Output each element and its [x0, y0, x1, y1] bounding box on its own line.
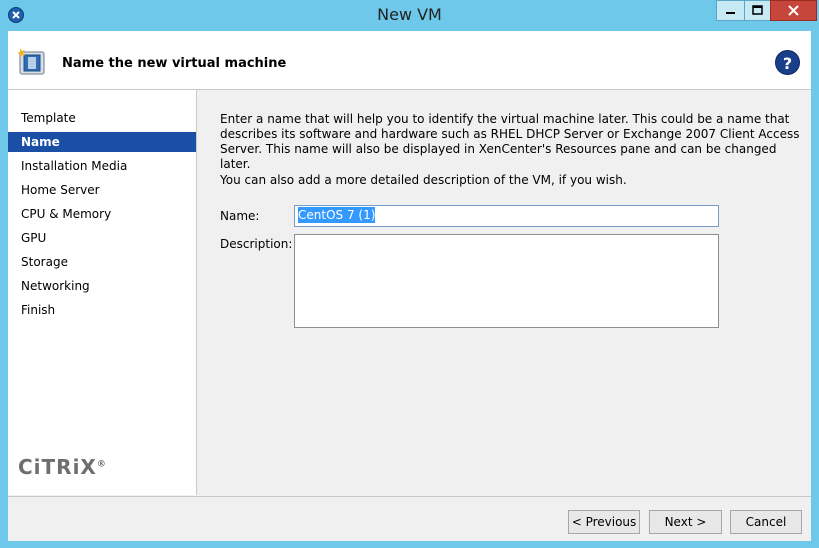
step-home-server[interactable]: Home Server [8, 180, 196, 200]
new-vm-icon [17, 48, 45, 75]
help-icon[interactable]: ? [775, 50, 800, 75]
next-button[interactable]: Next > [649, 510, 722, 534]
step-name[interactable]: Name [8, 132, 196, 152]
citrix-logo: CiTRiX® [18, 455, 107, 479]
cancel-button[interactable]: Cancel [730, 510, 802, 534]
step-networking[interactable]: Networking [8, 276, 196, 296]
description-hint-text: You can also add a more detailed descrip… [220, 173, 627, 187]
name-label: Name: [220, 209, 260, 223]
wizard-header: Name the new virtual machine ? [8, 31, 811, 90]
page-title: Name the new virtual machine [62, 56, 287, 71]
wizard-steps-sidebar: Template Name Installation Media Home Se… [8, 90, 197, 495]
title-bar[interactable]: New VM [0, 0, 819, 30]
minimize-button[interactable] [716, 0, 745, 21]
maximize-button[interactable] [744, 0, 771, 21]
wizard-footer: < Previous Next > Cancel [8, 496, 811, 541]
description-label: Description: [220, 237, 293, 251]
intro-text: Enter a name that will help you to ident… [220, 112, 800, 171]
window-title: New VM [377, 5, 442, 24]
step-gpu[interactable]: GPU [8, 228, 196, 248]
close-button[interactable] [770, 0, 817, 21]
name-field[interactable]: CentOS 7 (1) [294, 205, 719, 227]
wizard-content: Enter a name that will help you to ident… [197, 90, 811, 495]
step-storage[interactable]: Storage [8, 252, 196, 272]
wizard-client-area: Name the new virtual machine ? Template … [8, 31, 811, 541]
step-finish[interactable]: Finish [8, 300, 196, 320]
description-field[interactable] [294, 234, 719, 328]
new-vm-window: New VM Name the new virtual machine ? Te… [0, 0, 819, 548]
name-field-value: CentOS 7 (1) [298, 207, 376, 223]
step-cpu-memory[interactable]: CPU & Memory [8, 204, 196, 224]
step-template[interactable]: Template [8, 108, 196, 128]
step-installation-media[interactable]: Installation Media [8, 156, 196, 176]
previous-button[interactable]: < Previous [568, 510, 640, 534]
